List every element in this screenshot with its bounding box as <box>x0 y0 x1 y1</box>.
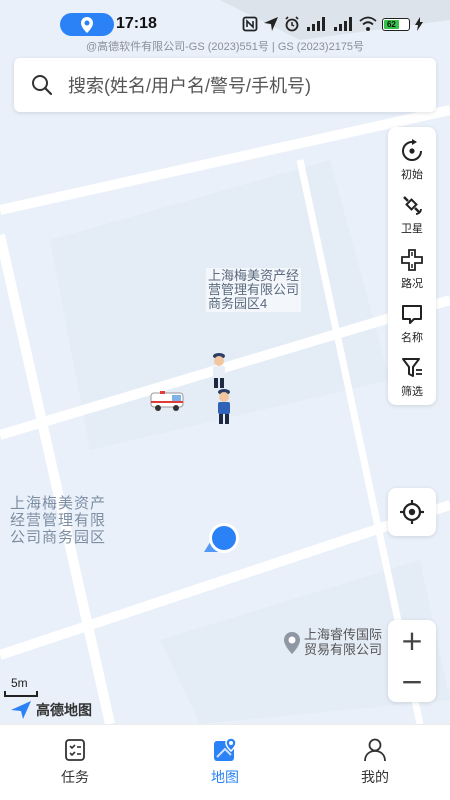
map-scale: 5m <box>4 676 38 697</box>
map-icon <box>214 737 237 761</box>
tool-reset-button[interactable]: 初始 <box>388 133 436 187</box>
map-toolbar: 初始 卫星 路况 名称 筛选 <box>388 127 436 405</box>
location-indicator <box>60 13 114 36</box>
search-icon <box>32 75 53 96</box>
amap-logo: 高德地图 <box>10 700 92 720</box>
police-officer-marker[interactable] <box>209 350 229 390</box>
nav-tab-profile[interactable]: 我的 <box>300 725 450 800</box>
ambulance-marker[interactable] <box>150 390 186 412</box>
scale-bar <box>4 691 38 697</box>
alarm-icon <box>285 16 299 32</box>
poi-building-label[interactable]: 上海梅美资产经 营管理有限公司 商务园区4 <box>206 268 302 312</box>
search-placeholder: 搜索(姓名/用户名/警号/手机号) <box>68 76 311 96</box>
nfc-icon <box>242 16 258 32</box>
map-copyright: @高德软件有限公司-GS (2023)551号 | GS (2023)2175号 <box>85 41 365 53</box>
zoom-in-button[interactable]: + <box>388 620 436 661</box>
charging-icon <box>415 17 423 31</box>
name-icon <box>402 304 422 324</box>
poi-company[interactable]: 上海睿传国际 贸易有限公司 <box>283 627 382 657</box>
location-pin-icon <box>284 632 300 654</box>
battery-icon: 62 <box>382 17 410 31</box>
battery-level: 62 <box>384 19 399 29</box>
zoom-out-button[interactable]: − <box>388 661 436 702</box>
signal-icon <box>334 17 352 31</box>
poi-company-label: 上海睿传国际 贸易有限公司 <box>304 627 383 657</box>
satellite-icon <box>403 196 422 216</box>
filter-icon <box>402 358 422 378</box>
area-label: 上海梅美资产 经营管理有限 公司商务园区 <box>10 495 107 546</box>
tool-name-button[interactable]: 名称 <box>388 296 436 350</box>
tool-traffic-button[interactable]: 路况 <box>388 242 436 296</box>
nav-tab-map[interactable]: 地图 <box>150 725 300 800</box>
status-time: 17:18 <box>116 15 157 32</box>
tool-satellite-button[interactable]: 卫星 <box>388 187 436 241</box>
locate-me-button[interactable] <box>388 488 436 536</box>
signal-icon <box>307 17 325 31</box>
navigation-icon <box>264 17 278 31</box>
task-icon <box>65 739 85 761</box>
status-bar: 17:18 62 @高德软件有限公司-GS (2023)551号 | GS (2… <box>0 0 450 53</box>
search-input[interactable]: 搜索(姓名/用户名/警号/手机号) <box>14 58 436 112</box>
status-icons: 62 <box>242 15 423 33</box>
wifi-icon <box>359 16 377 31</box>
location-pin-icon <box>81 16 93 33</box>
profile-icon <box>364 738 386 762</box>
amap-arrow-icon <box>11 701 31 719</box>
traffic-icon <box>401 248 423 271</box>
my-location-marker <box>204 523 239 553</box>
nav-tab-task[interactable]: 任务 <box>0 725 150 800</box>
tool-filter-button[interactable]: 筛选 <box>388 351 436 405</box>
zoom-control: + − <box>388 620 436 702</box>
bottom-nav: 任务 地图 我的 <box>0 724 450 800</box>
police-officer-marker[interactable] <box>214 386 234 426</box>
reset-icon <box>402 138 422 161</box>
crosshair-icon <box>400 500 424 524</box>
